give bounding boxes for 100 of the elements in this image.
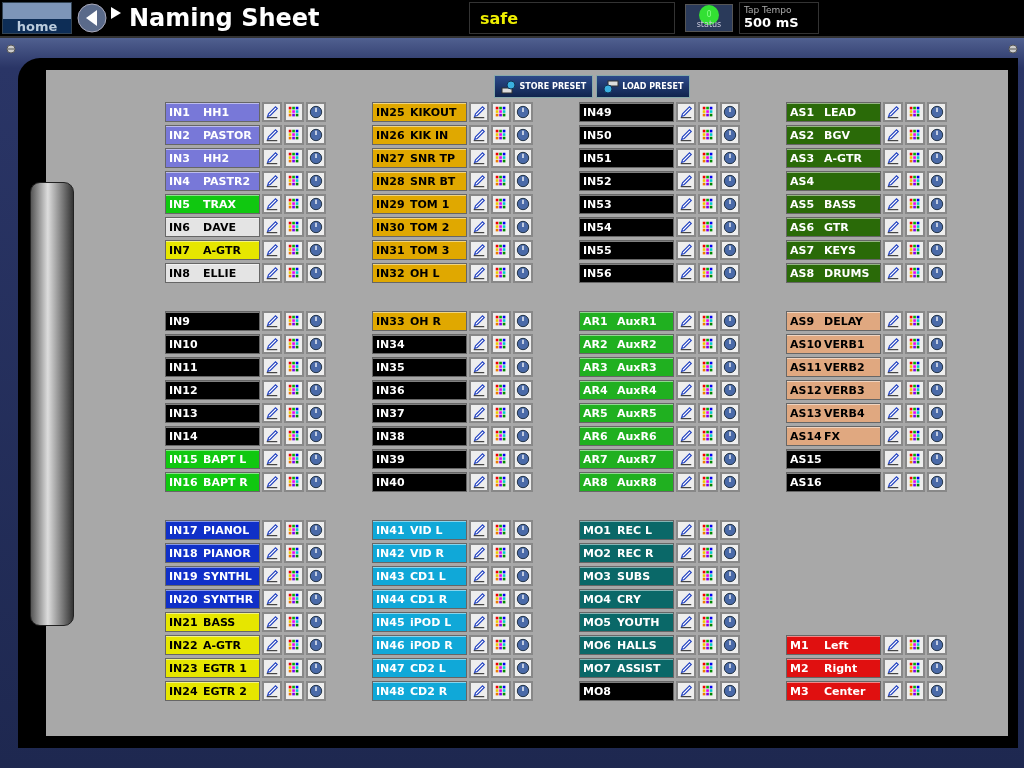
edit-name-button[interactable]	[262, 681, 282, 701]
channel-label[interactable]: AS2 BGV	[786, 125, 881, 145]
knob-button[interactable]	[720, 334, 740, 354]
edit-name-button[interactable]	[883, 148, 903, 168]
knob-button[interactable]	[513, 380, 533, 400]
edit-name-button[interactable]	[469, 658, 489, 678]
edit-name-button[interactable]	[676, 403, 696, 423]
color-grid-button[interactable]	[284, 658, 304, 678]
channel-label[interactable]: IN55	[579, 240, 674, 260]
knob-button[interactable]	[306, 240, 326, 260]
color-grid-button[interactable]	[284, 589, 304, 609]
knob-button[interactable]	[306, 148, 326, 168]
color-grid-button[interactable]	[698, 240, 718, 260]
edit-name-button[interactable]	[469, 240, 489, 260]
channel-label[interactable]: AS8 DRUMS	[786, 263, 881, 283]
edit-name-button[interactable]	[262, 635, 282, 655]
channel-label[interactable]: MO8	[579, 681, 674, 701]
color-grid-button[interactable]	[284, 426, 304, 446]
edit-name-button[interactable]	[469, 263, 489, 283]
color-grid-button[interactable]	[491, 543, 511, 563]
knob-button[interactable]	[513, 589, 533, 609]
channel-label[interactable]: IN52	[579, 171, 674, 191]
knob-button[interactable]	[720, 217, 740, 237]
knob-button[interactable]	[927, 658, 947, 678]
color-grid-button[interactable]	[698, 426, 718, 446]
color-grid-button[interactable]	[905, 311, 925, 331]
color-grid-button[interactable]	[284, 194, 304, 214]
color-grid-button[interactable]	[698, 449, 718, 469]
edit-name-button[interactable]	[262, 658, 282, 678]
color-grid-button[interactable]	[905, 263, 925, 283]
color-grid-button[interactable]	[491, 357, 511, 377]
edit-name-button[interactable]	[883, 449, 903, 469]
channel-label[interactable]: MO7 ASSIST	[579, 658, 674, 678]
color-grid-button[interactable]	[284, 612, 304, 632]
color-grid-button[interactable]	[491, 171, 511, 191]
edit-name-button[interactable]	[469, 102, 489, 122]
knob-button[interactable]	[720, 125, 740, 145]
edit-name-button[interactable]	[883, 263, 903, 283]
color-grid-button[interactable]	[284, 520, 304, 540]
channel-label[interactable]: M3 Center	[786, 681, 881, 701]
knob-button[interactable]	[720, 589, 740, 609]
channel-label[interactable]: AS4	[786, 171, 881, 191]
color-grid-button[interactable]	[905, 658, 925, 678]
channel-label[interactable]: IN22 A-GTR	[165, 635, 260, 655]
knob-button[interactable]	[720, 520, 740, 540]
knob-button[interactable]	[720, 194, 740, 214]
knob-button[interactable]	[513, 635, 533, 655]
channel-label[interactable]: IN33 OH R	[372, 311, 467, 331]
color-grid-button[interactable]	[284, 566, 304, 586]
knob-button[interactable]	[927, 449, 947, 469]
color-grid-button[interactable]	[698, 635, 718, 655]
edit-name-button[interactable]	[883, 171, 903, 191]
knob-button[interactable]	[513, 520, 533, 540]
knob-button[interactable]	[513, 357, 533, 377]
color-grid-button[interactable]	[284, 635, 304, 655]
edit-name-button[interactable]	[262, 566, 282, 586]
color-grid-button[interactable]	[905, 148, 925, 168]
knob-button[interactable]	[720, 403, 740, 423]
color-grid-button[interactable]	[491, 311, 511, 331]
color-grid-button[interactable]	[491, 589, 511, 609]
knob-button[interactable]	[927, 334, 947, 354]
knob-button[interactable]	[720, 102, 740, 122]
channel-label[interactable]: IN40	[372, 472, 467, 492]
knob-button[interactable]	[513, 148, 533, 168]
edit-name-button[interactable]	[262, 171, 282, 191]
channel-label[interactable]: MO4 CRY	[579, 589, 674, 609]
channel-label[interactable]: IN37	[372, 403, 467, 423]
color-grid-button[interactable]	[491, 403, 511, 423]
edit-name-button[interactable]	[469, 125, 489, 145]
knob-button[interactable]	[720, 380, 740, 400]
knob-button[interactable]	[306, 311, 326, 331]
channel-label[interactable]: IN1 HH1	[165, 102, 260, 122]
edit-name-button[interactable]	[676, 194, 696, 214]
edit-name-button[interactable]	[676, 635, 696, 655]
color-grid-button[interactable]	[284, 681, 304, 701]
channel-label[interactable]: IN7 A-GTR	[165, 240, 260, 260]
channel-label[interactable]: AS10 VERB1	[786, 334, 881, 354]
knob-button[interactable]	[306, 566, 326, 586]
edit-name-button[interactable]	[469, 589, 489, 609]
edit-name-button[interactable]	[262, 102, 282, 122]
channel-label[interactable]: IN23 EGTR 1	[165, 658, 260, 678]
knob-button[interactable]	[720, 449, 740, 469]
edit-name-button[interactable]	[469, 543, 489, 563]
channel-label[interactable]: IN2 PASTOR	[165, 125, 260, 145]
knob-button[interactable]	[513, 449, 533, 469]
knob-button[interactable]	[306, 357, 326, 377]
channel-label[interactable]: MO3 SUBS	[579, 566, 674, 586]
knob-button[interactable]	[513, 171, 533, 191]
color-grid-button[interactable]	[491, 635, 511, 655]
home-button[interactable]: home	[2, 2, 72, 34]
knob-button[interactable]	[513, 566, 533, 586]
color-grid-button[interactable]	[491, 334, 511, 354]
color-grid-button[interactable]	[284, 357, 304, 377]
channel-label[interactable]: IN13	[165, 403, 260, 423]
edit-name-button[interactable]	[676, 102, 696, 122]
status-button[interactable]: 0 status	[685, 4, 733, 32]
knob-button[interactable]	[927, 194, 947, 214]
knob-button[interactable]	[927, 311, 947, 331]
color-grid-button[interactable]	[905, 635, 925, 655]
color-grid-button[interactable]	[905, 449, 925, 469]
